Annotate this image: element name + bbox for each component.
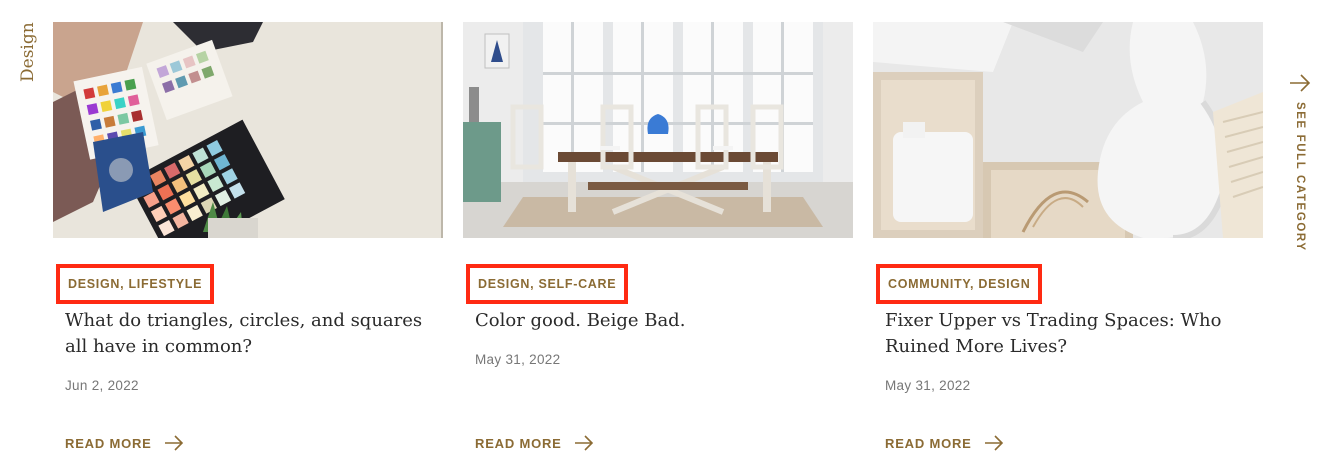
- arrow-right-icon: [574, 435, 593, 451]
- arrow-right-icon: [1290, 74, 1311, 92]
- read-more-link[interactable]: READ MORE: [65, 432, 184, 454]
- post-image-dining-room[interactable]: [463, 22, 853, 238]
- post-date: May 31, 2022: [475, 352, 561, 367]
- read-more-label: READ MORE: [885, 435, 972, 451]
- post-title[interactable]: Fixer Upper vs Trading Spaces: Who Ruine…: [885, 308, 1247, 360]
- post-image-color-swatches[interactable]: [53, 22, 443, 238]
- post-categories[interactable]: COMMUNITY, DESIGN: [876, 264, 1043, 304]
- post-card: DESIGN, SELF-CARE Color good. Beige Bad.…: [463, 22, 853, 472]
- read-more-link[interactable]: READ MORE: [475, 432, 594, 454]
- post-title[interactable]: What do triangles, circles, and squares …: [65, 308, 427, 360]
- see-full-category-label: SEE FULL CATEGORY: [1294, 102, 1306, 252]
- arrow-right-icon: [164, 435, 183, 451]
- read-more-label: READ MORE: [65, 435, 152, 451]
- post-title[interactable]: Color good. Beige Bad.: [475, 308, 837, 334]
- post-date: May 31, 2022: [885, 378, 971, 393]
- post-date: Jun 2, 2022: [65, 378, 139, 393]
- post-image-white-vase[interactable]: [873, 22, 1263, 238]
- post-categories[interactable]: DESIGN, SELF-CARE: [466, 264, 629, 304]
- post-categories[interactable]: DESIGN, LIFESTYLE: [56, 264, 215, 304]
- see-full-category-link[interactable]: SEE FULL CATEGORY: [1284, 74, 1316, 254]
- read-more-link[interactable]: READ MORE: [885, 432, 1004, 454]
- section-category-label: Design: [18, 22, 38, 82]
- arrow-right-icon: [984, 435, 1003, 451]
- post-card: COMMUNITY, DESIGN Fixer Upper vs Trading…: [873, 22, 1263, 472]
- read-more-label: READ MORE: [475, 435, 562, 451]
- post-card: DESIGN, LIFESTYLE What do triangles, cir…: [53, 22, 443, 472]
